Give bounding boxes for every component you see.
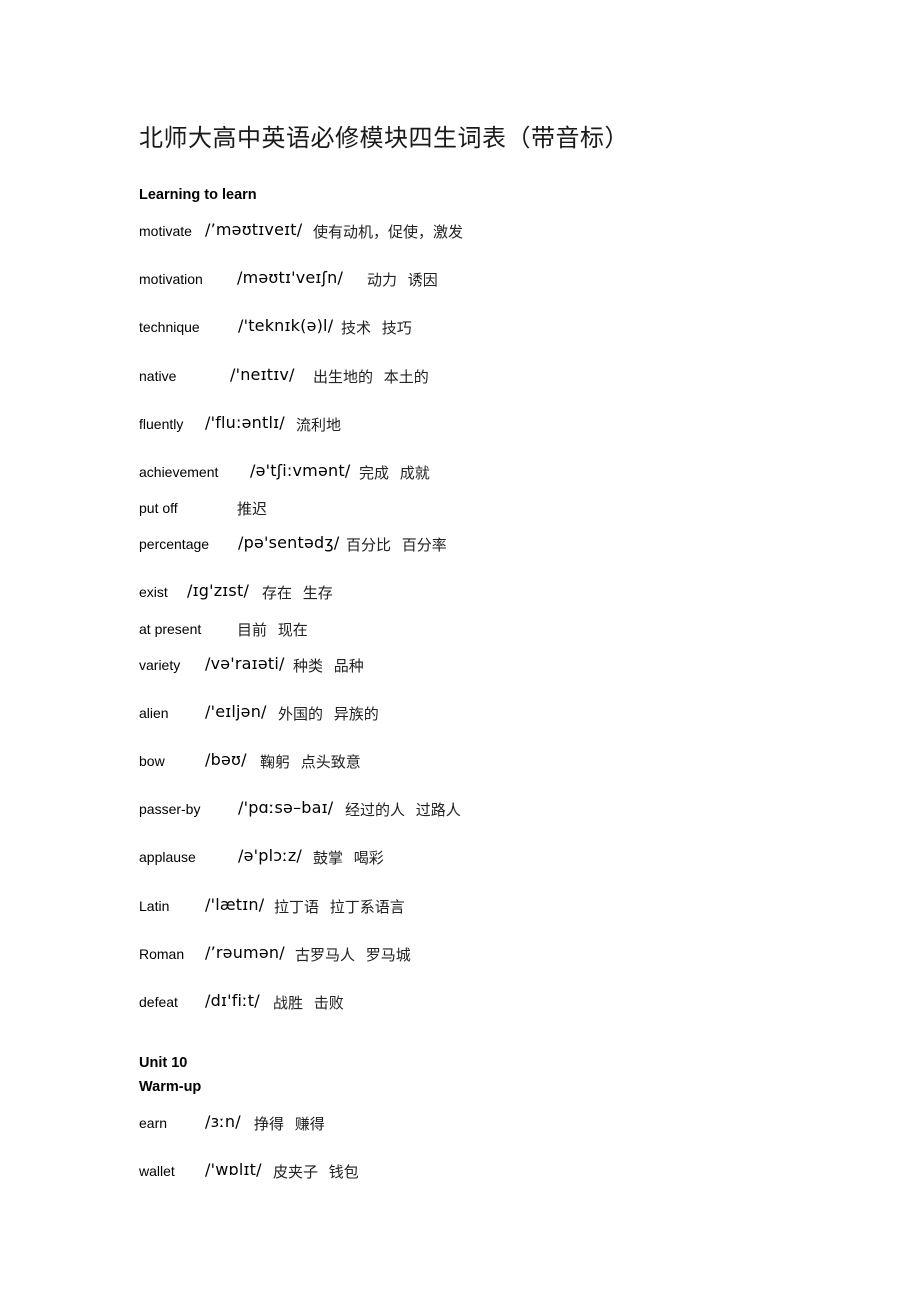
subsection-heading-warm-up: Warm-up — [139, 1079, 202, 1095]
document-title: 北师大高中英语必修模块四生词表（带音标） — [139, 124, 629, 152]
entry-word: applause — [139, 849, 196, 865]
entry-meaning: 皮夹子 钱包 — [273, 1163, 359, 1181]
entry-meaning: 鞠躬 点头致意 — [260, 753, 361, 771]
entry-word: Latin — [139, 898, 170, 914]
entry-phonetic: /məʊtɪ'veɪʃn/ — [237, 268, 344, 287]
entry-word: alien — [139, 705, 169, 721]
entry-meaning: 目前 现在 — [237, 621, 308, 639]
entry-word: motivate — [139, 223, 192, 239]
section-heading-learning-to-learn: Learning to learn — [139, 187, 257, 203]
entry-meaning: 推迟 — [237, 500, 268, 518]
entry-phonetic: /ɪg'zɪst/ — [187, 581, 250, 600]
entry-meaning: 使有动机，促使，激发 — [313, 223, 464, 241]
entry-meaning: 出生地的 本土的 — [313, 368, 429, 386]
entry-word: at present — [139, 621, 202, 637]
entry-word: passer-by — [139, 801, 201, 817]
entry-meaning: 拉丁语 拉丁系语言 — [274, 898, 405, 916]
entry-word: earn — [139, 1115, 168, 1131]
entry-phonetic: /’rəumən/ — [205, 943, 285, 962]
document-page: 北师大高中英语必修模块四生词表（带音标） Learning to learn m… — [0, 0, 920, 1302]
entry-phonetic: /'lætɪn/ — [205, 895, 265, 914]
entry-word: variety — [139, 657, 181, 673]
entry-meaning: 技术 技巧 — [341, 319, 412, 337]
entry-word: bow — [139, 753, 165, 769]
entry-word: fluently — [139, 416, 184, 432]
entry-phonetic: /'pɑːsə–baɪ/ — [238, 798, 334, 817]
entry-phonetic: /'neɪtɪv/ — [230, 365, 295, 384]
entry-meaning: 外国的 异族的 — [278, 705, 379, 723]
entry-phonetic: /bəʊ/ — [205, 750, 247, 769]
entry-meaning: 战胜 击败 — [273, 994, 344, 1012]
entry-word: wallet — [139, 1163, 175, 1179]
entry-phonetic: /'wɒlɪt/ — [205, 1160, 262, 1179]
section-heading-unit-10: Unit 10 — [139, 1055, 188, 1071]
entry-word: exist — [139, 584, 168, 600]
entry-phonetic: /'flu:əntlɪ/ — [205, 413, 285, 432]
entry-meaning: 流利地 — [296, 416, 342, 434]
entry-phonetic: /ɜːn/ — [205, 1112, 241, 1131]
entry-word: technique — [139, 319, 200, 335]
entry-phonetic: /ə'plɔːz/ — [238, 846, 303, 865]
entry-phonetic: /pə'sentədʒ/ — [238, 533, 340, 552]
entry-word: percentage — [139, 536, 210, 552]
entry-word: native — [139, 368, 177, 384]
entry-word: achievement — [139, 464, 219, 480]
entry-word: motivation — [139, 271, 203, 287]
entry-phonetic: /ə'tʃi:vmənt/ — [250, 461, 351, 480]
entry-meaning: 存在 生存 — [262, 584, 333, 602]
entry-meaning: 鼓掌 喝彩 — [313, 849, 384, 867]
entry-word: defeat — [139, 994, 178, 1010]
entry-meaning: 古罗马人 罗马城 — [295, 946, 411, 964]
entry-phonetic: /dɪ'fiːt/ — [205, 991, 260, 1010]
entry-phonetic: /'teknɪk(ə)l/ — [238, 316, 334, 335]
entry-meaning: 完成 成就 — [359, 464, 430, 482]
entry-meaning: 挣得 赚得 — [254, 1115, 325, 1133]
entry-meaning: 种类 品种 — [293, 657, 364, 675]
entry-word: put off — [139, 500, 178, 516]
entry-phonetic: /’məʊtɪveɪt/ — [205, 220, 303, 239]
entry-phonetic: /'eɪljən/ — [205, 702, 267, 721]
entry-phonetic: /və'raɪəti/ — [205, 654, 285, 673]
entry-meaning: 动力 诱因 — [367, 271, 438, 289]
entry-meaning: 经过的人 过路人 — [345, 801, 461, 819]
entry-word: Roman — [139, 946, 185, 962]
entry-meaning: 百分比 百分率 — [346, 536, 447, 554]
